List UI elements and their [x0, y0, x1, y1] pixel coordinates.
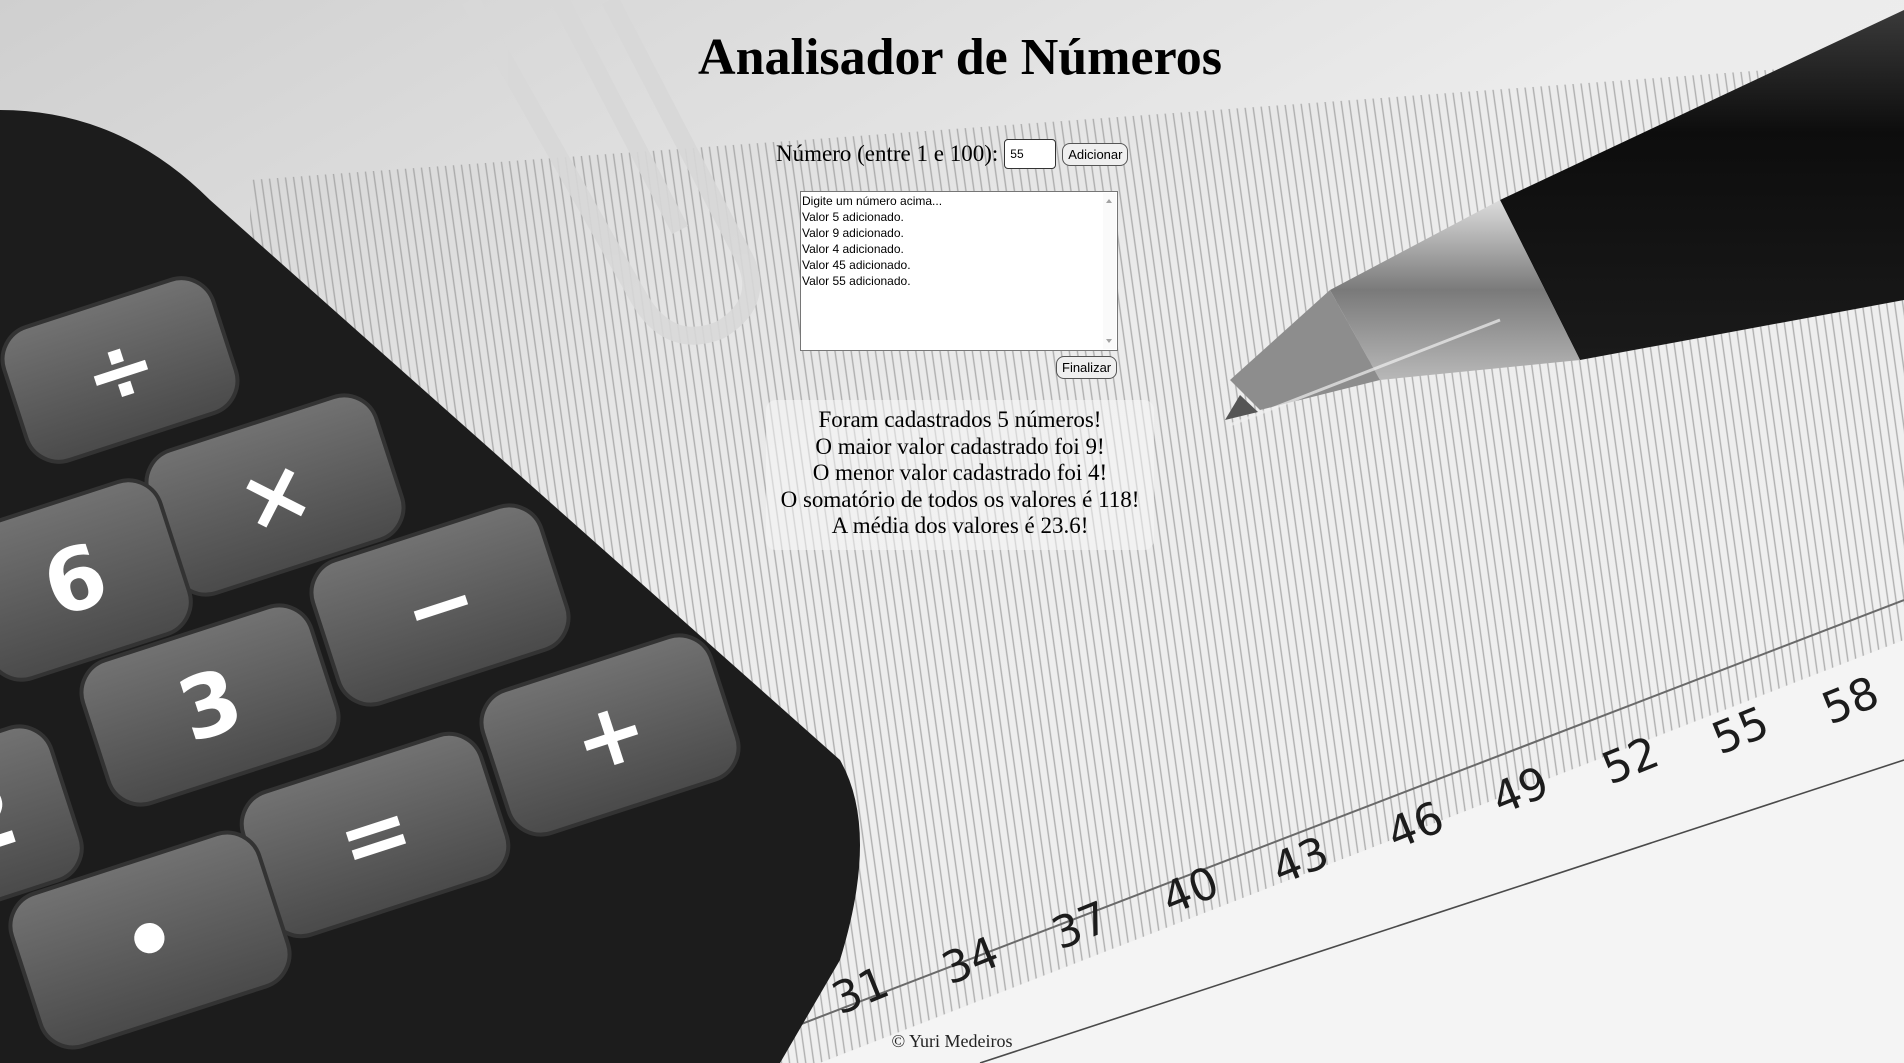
list-item[interactable]: Digite um número acima... [802, 193, 1103, 209]
result-line: Foram cadastrados 5 números! [818, 407, 1102, 432]
list-item[interactable]: Valor 9 adicionado. [802, 225, 1103, 241]
number-form: Número (entre 1 e 100): Adicionar [776, 136, 1129, 172]
values-listbox[interactable]: Digite um número acima... Valor 5 adicion… [800, 191, 1118, 351]
result-line: O menor valor cadastrado foi 4! [812, 460, 1108, 485]
list-item[interactable]: Valor 55 adicionado. [802, 273, 1103, 289]
result-panel: Foram cadastrados 5 números! O maior valo… [766, 400, 1154, 550]
scroll-down-arrow-icon[interactable] [1106, 339, 1112, 343]
list-item[interactable]: Valor 4 adicionado. [802, 241, 1103, 257]
list-item[interactable]: Valor 5 adicionado. [802, 209, 1103, 225]
list-item[interactable]: Valor 45 adicionado. [802, 257, 1103, 273]
footer-credit: © Yuri Medeiros [891, 1031, 1013, 1051]
page-title: Analisador de Números [698, 29, 1222, 86]
result-line: A média dos valores é 23.6! [831, 513, 1089, 538]
result-line: O somatório de todos os valores é 118! [780, 486, 1140, 512]
page-content: Analisador de Números Número (entre 1 e … [0, 0, 1904, 1063]
number-label: Número (entre 1 e 100): [776, 141, 999, 166]
finish-button[interactable]: Finalizar [1056, 356, 1118, 379]
listbox-scrollbar[interactable] [1103, 193, 1116, 349]
result-line: O maior valor cadastrado foi 9! [815, 433, 1105, 459]
number-input[interactable] [1004, 139, 1057, 169]
values-list: Digite um número acima... Valor 5 adicion… [802, 193, 1103, 289]
add-button[interactable]: Adicionar [1062, 142, 1129, 166]
scroll-up-arrow-icon[interactable] [1106, 199, 1112, 203]
